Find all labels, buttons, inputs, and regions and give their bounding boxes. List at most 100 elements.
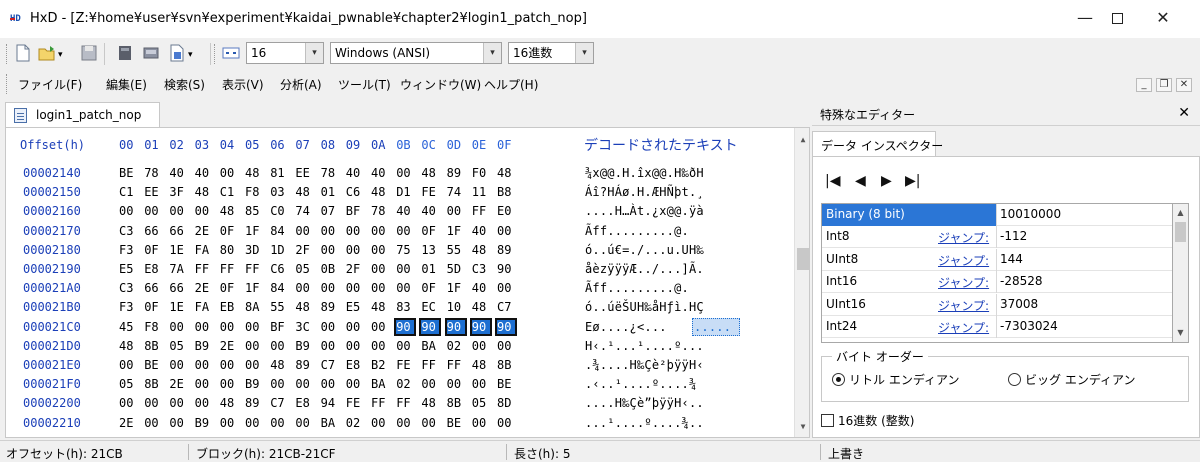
- hex-byte[interactable]: 40: [472, 281, 490, 295]
- selected-hex-byte[interactable]: 90: [469, 317, 492, 336]
- open-ram-button[interactable]: [142, 44, 160, 62]
- hex-byte[interactable]: 00: [396, 416, 414, 430]
- previous-byte-icon[interactable]: ◀: [855, 173, 866, 189]
- hex-byte[interactable]: 00: [195, 320, 213, 334]
- hex-byte[interactable]: 00: [497, 281, 515, 295]
- hex-byte[interactable]: 00: [220, 416, 238, 430]
- big-endian-radio[interactable]: ビッグ エンディアン: [1008, 371, 1136, 388]
- hex-byte[interactable]: 48: [119, 339, 137, 353]
- hex-byte[interactable]: EE: [295, 166, 313, 180]
- hex-byte[interactable]: FF: [472, 204, 490, 218]
- hex-byte[interactable]: 40: [346, 166, 364, 180]
- hex-byte[interactable]: 48: [371, 185, 389, 199]
- hex-byte[interactable]: 0B: [321, 262, 339, 276]
- inspector-grid[interactable]: Binary (8 bit) 10010000 Int8 ジャンプ: -112 UInt8…: [821, 203, 1173, 343]
- hex-byte[interactable]: BE: [497, 377, 515, 391]
- hex-byte[interactable]: 00: [497, 339, 515, 353]
- inspector-row[interactable]: Int8 ジャンプ: -112: [822, 226, 1172, 249]
- open-disk-button[interactable]: [116, 44, 134, 62]
- inspector-scrollbar[interactable]: ▲ ▼: [1173, 203, 1189, 343]
- mdi-close-button[interactable]: ✕: [1176, 78, 1192, 92]
- hex-byte[interactable]: FA: [195, 243, 213, 257]
- hex-byte[interactable]: 55: [447, 243, 465, 257]
- next-byte-icon[interactable]: ▶: [881, 173, 892, 189]
- hex-byte[interactable]: 1D: [270, 243, 288, 257]
- hex-byte[interactable]: E8: [346, 358, 364, 372]
- menu-file[interactable]: ファイル(F): [18, 76, 82, 93]
- decoded-text-row[interactable]: H‹.¹...¹....º...: [585, 339, 704, 353]
- hex-byte[interactable]: 89: [497, 243, 515, 257]
- hex-integer-checkbox[interactable]: 16進数 (整数): [821, 412, 914, 429]
- menu-window[interactable]: ウィンドウ(W): [400, 76, 481, 93]
- hex-byte[interactable]: 00: [321, 224, 339, 238]
- hex-byte[interactable]: FF: [245, 262, 263, 276]
- hex-byte[interactable]: 8A: [245, 300, 263, 314]
- hex-byte[interactable]: 00: [220, 377, 238, 391]
- hex-byte[interactable]: F8: [245, 185, 263, 199]
- hex-byte[interactable]: 00: [169, 396, 187, 410]
- jump-link[interactable]: ジャンプ:: [938, 297, 989, 314]
- hex-byte[interactable]: C7: [321, 358, 339, 372]
- hex-byte[interactable]: 55: [270, 300, 288, 314]
- hex-byte[interactable]: 78: [371, 204, 389, 218]
- jump-link[interactable]: ジャンプ:: [938, 252, 989, 269]
- hex-byte[interactable]: D1: [396, 185, 414, 199]
- selected-hex-byte[interactable]: 90: [444, 317, 467, 336]
- hex-byte[interactable]: BE: [447, 416, 465, 430]
- hex-byte[interactable]: 48: [421, 166, 439, 180]
- hex-byte[interactable]: F0: [472, 166, 490, 180]
- decoded-text-row[interactable]: Áî?HÁø.H.ÆHÑþt.¸: [585, 185, 704, 199]
- hex-byte[interactable]: F8: [144, 320, 162, 334]
- hex-byte[interactable]: 00: [371, 262, 389, 276]
- hex-vertical-scrollbar[interactable]: ▲ ▼: [794, 128, 809, 437]
- close-window-button[interactable]: ✕: [1140, 0, 1186, 38]
- hex-byte[interactable]: 00: [346, 281, 364, 295]
- hex-byte[interactable]: 90: [497, 262, 515, 276]
- hex-byte[interactable]: 00: [421, 416, 439, 430]
- hex-byte[interactable]: 00: [497, 416, 515, 430]
- hex-byte[interactable]: 00: [195, 396, 213, 410]
- inspector-row[interactable]: Int24 ジャンプ: -7303024: [822, 316, 1172, 338]
- hex-byte[interactable]: 8D: [497, 396, 515, 410]
- inspector-value[interactable]: -28528: [1000, 274, 1043, 288]
- hex-byte[interactable]: C3: [472, 262, 490, 276]
- hex-byte[interactable]: 48: [270, 358, 288, 372]
- hex-byte[interactable]: B8: [497, 185, 515, 199]
- hex-byte[interactable]: 78: [144, 166, 162, 180]
- panel-close-icon[interactable]: ✕: [1178, 105, 1190, 121]
- menu-tools[interactable]: ツール(T): [338, 76, 391, 93]
- hex-byte[interactable]: 1F: [245, 224, 263, 238]
- hex-byte[interactable]: FF: [371, 396, 389, 410]
- hex-byte[interactable]: F3: [119, 300, 137, 314]
- hex-byte[interactable]: 00: [195, 358, 213, 372]
- hex-byte[interactable]: C1: [119, 185, 137, 199]
- hex-byte[interactable]: E0: [497, 204, 515, 218]
- hex-byte[interactable]: 00: [169, 204, 187, 218]
- hex-byte[interactable]: 1F: [447, 281, 465, 295]
- hex-byte[interactable]: 48: [497, 166, 515, 180]
- hex-byte[interactable]: C6: [346, 185, 364, 199]
- hex-byte[interactable]: 89: [245, 396, 263, 410]
- hex-byte[interactable]: 00: [346, 320, 364, 334]
- hex-byte[interactable]: 05: [472, 396, 490, 410]
- hex-byte[interactable]: 0F: [220, 281, 238, 295]
- hex-byte[interactable]: 00: [321, 281, 339, 295]
- open-dropdown-arrow[interactable]: ▾: [58, 50, 63, 60]
- menu-grip[interactable]: [6, 74, 9, 94]
- hex-byte[interactable]: 00: [371, 339, 389, 353]
- hex-byte[interactable]: 05: [295, 262, 313, 276]
- hex-byte[interactable]: 8B: [144, 339, 162, 353]
- hex-byte[interactable]: BA: [371, 377, 389, 391]
- hex-byte[interactable]: 00: [396, 224, 414, 238]
- document-tab[interactable]: login1_patch_nop: [5, 102, 160, 128]
- hex-byte[interactable]: 40: [421, 204, 439, 218]
- new-file-button[interactable]: [14, 44, 32, 62]
- decoded-text-row[interactable]: .¾....H‰Çè²þÿÿH‹: [585, 358, 704, 372]
- hex-byte[interactable]: 00: [321, 320, 339, 334]
- hex-byte[interactable]: 00: [396, 339, 414, 353]
- hex-byte[interactable]: C7: [270, 396, 288, 410]
- hex-byte[interactable]: 80: [220, 243, 238, 257]
- hex-byte[interactable]: 00: [447, 204, 465, 218]
- tab-data-inspector[interactable]: データ インスペクター: [812, 131, 943, 157]
- jump-link[interactable]: ジャンプ:: [938, 319, 989, 336]
